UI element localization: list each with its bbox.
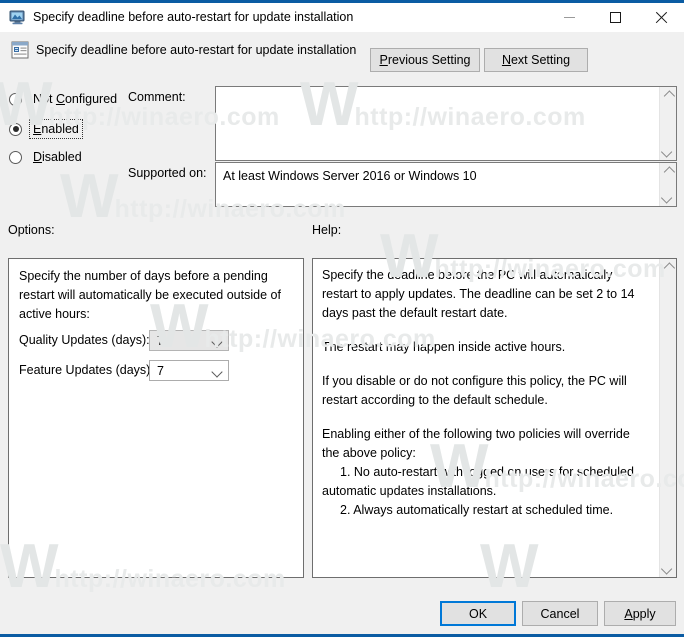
chevron-down-icon [211, 365, 223, 378]
radio-not-configured[interactable]: Not Configured [9, 90, 120, 108]
computer-monitor-icon [9, 9, 26, 26]
help-list-item: 1. No auto-restart with logged on users … [322, 465, 634, 498]
help-paragraph: The restart may happen inside active hou… [322, 340, 566, 354]
close-button[interactable] [638, 3, 684, 32]
setting-title: Specify deadline before auto-restart for… [36, 43, 357, 57]
watermark-logo: W [60, 162, 118, 231]
help-label: Help: [312, 223, 342, 237]
minimize-button[interactable] [546, 3, 592, 32]
setting-header: Specify deadline before auto-restart for… [0, 32, 684, 72]
chevron-down-icon [211, 335, 223, 348]
quality-updates-dropdown[interactable]: 7 [149, 329, 229, 351]
options-panel: Specify the number of days before a pend… [8, 258, 304, 578]
supported-on-scrollbar[interactable] [659, 163, 676, 206]
radio-disabled[interactable]: Disabled [9, 148, 85, 166]
policy-setting-icon [10, 40, 30, 60]
scroll-down-icon[interactable] [660, 143, 676, 160]
feature-updates-value: 7 [157, 363, 164, 378]
dialog-window: Whttp://winaero.com Whttp://winaero.com … [0, 0, 684, 637]
comment-textarea[interactable] [215, 86, 677, 161]
scroll-down-icon[interactable] [660, 189, 676, 206]
help-paragraph: If you disable or do not configure this … [322, 374, 627, 407]
options-label: Options: [8, 223, 55, 237]
close-icon [655, 11, 668, 24]
quality-updates-row: Quality Updates (days): 7 [19, 329, 229, 351]
quality-updates-label: Quality Updates (days): [19, 333, 150, 347]
maximize-icon [609, 12, 621, 23]
cancel-button[interactable]: Cancel [522, 601, 598, 626]
apply-button[interactable]: Apply [604, 601, 676, 626]
help-list-item: 2. Always automatically restart at sched… [340, 503, 614, 517]
quality-updates-value: 7 [157, 333, 164, 348]
ok-button[interactable]: OK [440, 601, 516, 626]
radio-not-configured-label: Not Configured [33, 92, 118, 106]
scroll-up-icon[interactable] [660, 259, 676, 276]
radio-disabled-indicator [9, 150, 22, 164]
supported-on-field[interactable]: At least Windows Server 2016 or Windows … [215, 162, 677, 207]
radio-enabled-label: Enabled [29, 119, 83, 139]
comment-scrollbar[interactable] [659, 87, 676, 160]
accent-bar-top [0, 0, 684, 3]
supported-on-value: At least Windows Server 2016 or Windows … [223, 169, 477, 183]
scroll-down-icon[interactable] [660, 560, 676, 577]
radio-enabled[interactable]: Enabled [9, 119, 83, 139]
help-panel: Specify the deadline before the PC will … [312, 258, 677, 578]
cancel-label: Cancel [540, 606, 580, 621]
window-title: Specify deadline before auto-restart for… [33, 10, 354, 24]
apply-label: Apply [624, 606, 656, 621]
feature-updates-dropdown[interactable]: 7 [149, 359, 229, 381]
help-text: Specify the deadline before the PC will … [322, 266, 647, 520]
minimize-icon [563, 17, 575, 18]
help-scrollbar[interactable] [659, 259, 676, 577]
feature-updates-label: Feature Updates (days): [19, 363, 154, 377]
radio-not-configured-indicator [9, 92, 22, 106]
help-paragraph: Enabling either of the following two pol… [322, 427, 630, 460]
help-paragraph: Specify the deadline before the PC will … [322, 268, 635, 320]
scroll-up-icon[interactable] [660, 87, 676, 104]
comment-label: Comment: [128, 90, 186, 104]
supported-on-label: Supported on: [128, 166, 207, 180]
scroll-up-icon[interactable] [660, 163, 676, 180]
radio-enabled-indicator [9, 122, 22, 136]
title-bar: Specify deadline before auto-restart for… [0, 3, 684, 32]
options-description: Specify the number of days before a pend… [19, 269, 281, 321]
radio-disabled-label: Disabled [33, 150, 82, 164]
feature-updates-row: Feature Updates (days): 7 [19, 359, 229, 381]
maximize-button[interactable] [592, 3, 638, 32]
ok-label: OK [468, 606, 488, 621]
